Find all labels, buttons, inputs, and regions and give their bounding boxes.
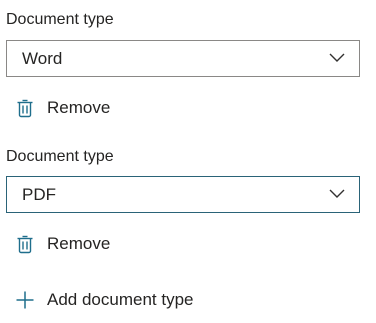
plus-icon	[16, 291, 34, 309]
document-type-selected-value: PDF	[22, 185, 56, 204]
document-type-select[interactable]: PDF	[6, 176, 360, 213]
remove-label: Remove	[47, 98, 111, 117]
remove-label: Remove	[47, 234, 111, 253]
remove-document-type-button[interactable]: Remove	[16, 95, 110, 121]
remove-document-type-button[interactable]: Remove	[16, 231, 110, 257]
trash-icon	[17, 235, 33, 254]
document-type-selected-value: Word	[22, 49, 63, 68]
document-type-label: Document type	[6, 148, 114, 165]
trash-icon	[17, 99, 33, 118]
document-type-select[interactable]: Word	[6, 40, 360, 77]
chevron-down-icon	[329, 189, 345, 198]
chevron-down-icon	[329, 53, 345, 62]
document-type-label: Document type	[6, 11, 114, 28]
add-document-type-button[interactable]: Add document type	[16, 287, 193, 313]
add-document-type-label: Add document type	[47, 290, 194, 309]
